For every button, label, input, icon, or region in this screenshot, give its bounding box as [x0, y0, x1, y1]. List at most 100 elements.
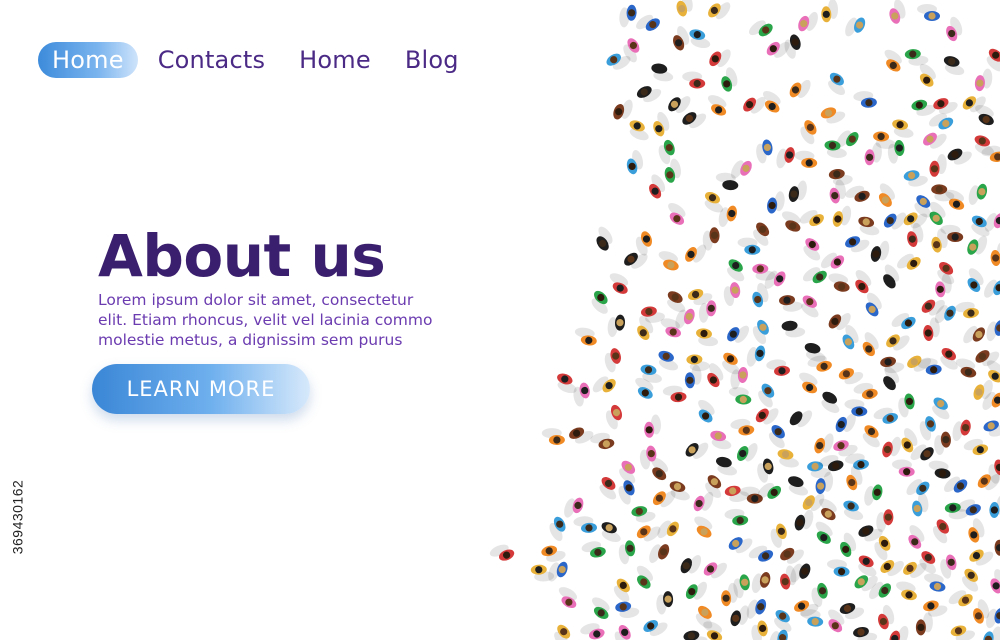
- person-figure: [682, 71, 706, 89]
- person-figure: [489, 544, 515, 561]
- person-figure: [950, 625, 976, 640]
- person-figure: [662, 385, 687, 403]
- person-figure: [983, 420, 1000, 437]
- person-figure: [943, 56, 965, 76]
- person-figure: [891, 313, 916, 330]
- person-figure: [541, 428, 565, 446]
- person-figure: [636, 14, 660, 31]
- person-figure: [721, 67, 738, 92]
- person-figure: [592, 376, 616, 393]
- person-figure: [878, 183, 895, 207]
- person-figure: [898, 393, 915, 418]
- person-figure: [758, 383, 775, 408]
- person-figure: [658, 251, 679, 271]
- person-figure: [828, 273, 850, 292]
- person-figure: [651, 63, 674, 82]
- person-figure: [903, 170, 928, 187]
- person-figure: [907, 222, 924, 247]
- person-figure: [636, 565, 653, 589]
- person-figure: [862, 332, 879, 357]
- person-figure: [889, 625, 909, 640]
- person-figure: [843, 500, 864, 520]
- person-figure: [605, 404, 623, 430]
- person-figure: [667, 291, 686, 313]
- person-figure: [723, 282, 741, 307]
- person-figure: [649, 544, 670, 564]
- person-figure: [618, 480, 635, 505]
- person-figure: [844, 399, 868, 417]
- person-figure: [581, 541, 606, 558]
- person-figure: [626, 150, 644, 175]
- person-figure: [573, 382, 590, 407]
- person-figure: [990, 569, 1000, 594]
- person-figure: [886, 334, 910, 351]
- person-figure: [967, 268, 984, 292]
- person-figure: [891, 459, 915, 477]
- person-figure: [779, 295, 803, 312]
- person-figure: [554, 624, 571, 640]
- person-figure: [685, 581, 707, 600]
- person-figure: [788, 476, 809, 496]
- person-figure: [730, 418, 755, 436]
- person-figure: [798, 11, 818, 32]
- person-figure: [969, 549, 994, 566]
- person-figure: [815, 521, 833, 544]
- person-figure: [766, 359, 790, 376]
- person-figure: [673, 26, 690, 51]
- person-figure: [865, 292, 882, 317]
- person-figure: [884, 49, 902, 72]
- person-figure: [607, 314, 626, 338]
- person-figure: [708, 2, 731, 20]
- person-figure: [800, 120, 817, 145]
- person-figure: [968, 518, 985, 543]
- person-figure: [752, 263, 776, 281]
- person-figure: [800, 609, 824, 627]
- person-figure: [653, 111, 670, 137]
- person-figure: [683, 630, 708, 640]
- person-figure: [619, 460, 636, 484]
- person-figure: [840, 532, 857, 557]
- person-figure: [768, 425, 785, 449]
- person-figure: [862, 425, 880, 448]
- person-figure: [569, 427, 594, 444]
- person-figure: [680, 555, 702, 574]
- person-figure: [870, 240, 890, 262]
- person-figure: [746, 345, 766, 367]
- crowd-illustration: [489, 0, 1000, 640]
- person-figure: [915, 612, 933, 636]
- person-figure: [614, 625, 631, 640]
- person-figure: [748, 545, 774, 562]
- person-figure: [937, 261, 955, 285]
- person-figure: [821, 0, 839, 23]
- person-figure: [668, 203, 686, 225]
- person-figure: [845, 185, 870, 202]
- person-figure: [698, 399, 715, 423]
- person-figure: [892, 119, 914, 138]
- person-figure: [702, 227, 720, 251]
- person-figure: [684, 364, 702, 389]
- person-figure: [619, 4, 637, 28]
- person-figure: [911, 99, 936, 116]
- person-figure: [820, 107, 846, 124]
- person-figure: [986, 320, 1000, 342]
- person-figure: [635, 231, 652, 256]
- person-figure: [629, 120, 649, 141]
- person-figure: [643, 620, 668, 637]
- person-figure: [707, 95, 727, 116]
- person-figure: [789, 410, 813, 428]
- person-figure: [752, 319, 769, 345]
- person-figure: [908, 525, 925, 549]
- person-figure: [613, 99, 633, 120]
- person-figure: [609, 273, 629, 294]
- person-figure: [631, 506, 656, 523]
- person-figure: [776, 147, 795, 169]
- person-figure: [845, 236, 870, 253]
- person-figure: [736, 443, 758, 462]
- person-figure: [549, 516, 566, 542]
- person-figure: [658, 350, 679, 371]
- person-figure: [703, 562, 727, 579]
- person-figure: [994, 539, 1000, 556]
- person-figure: [858, 216, 880, 236]
- person-figure: [767, 191, 785, 214]
- person-figure: [832, 205, 852, 227]
